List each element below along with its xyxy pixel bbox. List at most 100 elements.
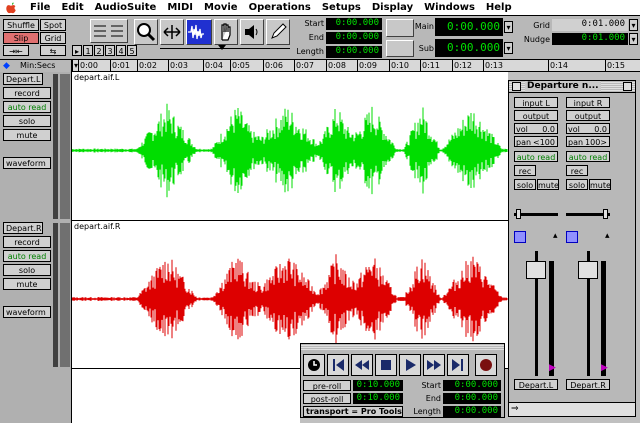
shuffle-mode-button[interactable]: Shuffle — [3, 19, 39, 31]
zoom-preset-3[interactable]: 3 — [105, 45, 115, 56]
automation-mode-right[interactable]: auto read — [566, 151, 610, 162]
pan-knob-right[interactable] — [603, 209, 608, 219]
volume-fader-right[interactable] — [578, 261, 598, 279]
main-counter[interactable]: 0:00.000 — [435, 18, 503, 36]
track-meter — [53, 74, 58, 219]
channel-name-right[interactable]: Depart.R — [566, 379, 610, 390]
record-button[interactable] — [475, 354, 497, 376]
pan-knob-left[interactable] — [516, 209, 521, 219]
mute-button-left[interactable]: mute — [537, 179, 559, 190]
zoom-box-icon[interactable] — [623, 82, 632, 91]
track-name-button[interactable]: Depart.R — [3, 222, 43, 234]
grid-value[interactable]: 0:01.000 — [552, 19, 628, 31]
close-box-icon[interactable] — [512, 82, 521, 91]
track-solo-button[interactable]: solo — [3, 264, 51, 276]
link-icon[interactable]: ⇆ — [40, 45, 66, 56]
input-monitor-right-icon[interactable] — [566, 231, 578, 243]
grabber-tool[interactable] — [214, 19, 238, 45]
menu-display[interactable]: Display — [372, 2, 413, 13]
menu-help[interactable]: Help — [486, 2, 512, 13]
channel-name-left[interactable]: Depart.L — [514, 379, 558, 390]
input-monitor-left-icon[interactable] — [514, 231, 526, 243]
transport-length-counter[interactable]: 0:00.000 — [443, 406, 501, 417]
track-record-button[interactable]: record — [3, 236, 51, 248]
record-button-right[interactable]: rec — [566, 165, 588, 176]
play-button[interactable] — [399, 354, 421, 376]
transport-master-selector[interactable]: transport = Pro Tools — [303, 406, 403, 417]
menu-file[interactable]: File — [30, 2, 50, 13]
zoom-preset-1[interactable]: 1 — [83, 45, 93, 56]
zoom-preset-5[interactable]: 5 — [127, 45, 137, 56]
solo-button-left[interactable]: solo — [514, 179, 536, 190]
length-counter[interactable]: 0:00.000 — [326, 46, 382, 58]
track-mute-button[interactable]: mute — [3, 278, 51, 290]
grid-dropdown-icon[interactable]: ▾ — [629, 19, 638, 31]
timeline-ruler[interactable]: ◆ Min:Secs ▾ 0:00 0:01 0:02 0:03 0:04 0:… — [0, 60, 640, 72]
slip-mode-button[interactable]: Slip — [3, 32, 39, 44]
track-record-button[interactable]: record — [3, 87, 51, 99]
menu-midi[interactable]: MIDI — [167, 2, 193, 13]
transport-title-bar[interactable] — [301, 344, 504, 350]
stop-button[interactable] — [375, 354, 397, 376]
menu-audiosuite[interactable]: AudioSuite — [95, 2, 157, 13]
track-mute-button[interactable]: mute — [3, 129, 51, 141]
selector-tool[interactable] — [186, 19, 212, 45]
fast-forward-button[interactable] — [423, 354, 445, 376]
zoom-toggle-icon[interactable]: ▸ — [72, 45, 82, 56]
input-selector-left[interactable]: input L — [514, 97, 558, 108]
track-playlist-left[interactable]: depart.aif.L — [72, 72, 508, 221]
nudge-dropdown-icon[interactable]: ▾ — [629, 33, 638, 45]
end-counter[interactable]: 0:00.000 — [326, 32, 382, 44]
mixer-title-bar[interactable]: Departure n... — [509, 81, 635, 93]
spot-mode-button[interactable]: Spot — [40, 19, 66, 31]
mixer-scrollbar[interactable]: ⇒ — [509, 402, 635, 416]
record-button-left[interactable]: rec — [514, 165, 536, 176]
transport-end-counter[interactable]: 0:00.000 — [443, 393, 501, 404]
zoomer-tool[interactable] — [134, 19, 158, 45]
mute-button-right[interactable]: mute — [589, 179, 611, 190]
menu-edit[interactable]: Edit — [61, 2, 83, 13]
preroll-button[interactable]: pre-roll — [303, 380, 351, 391]
preroll-value[interactable]: 0:10.000 — [353, 380, 403, 391]
automation-triangle-icon: ▶ — [601, 363, 608, 373]
grid-mode-button[interactable]: Grid — [40, 32, 66, 44]
scrubber-tool[interactable] — [240, 19, 264, 45]
zoom-buttons[interactable] — [90, 19, 128, 43]
sub-counter[interactable]: 0:00.000 — [435, 39, 503, 57]
track-view-selector[interactable]: waveform — [3, 306, 51, 318]
apple-menu-icon[interactable] — [4, 1, 18, 14]
track-automation-button[interactable]: auto read — [3, 250, 51, 262]
sync-arrows-icon[interactable]: ⇥⇤ — [3, 45, 29, 56]
track-view-selector[interactable]: waveform — [3, 157, 51, 169]
postroll-button[interactable]: post-roll — [303, 393, 351, 404]
main-counter-dropdown-icon[interactable]: ▾ — [504, 21, 513, 33]
volume-fader-left[interactable] — [526, 261, 546, 279]
online-button[interactable] — [303, 354, 325, 376]
menu-movie[interactable]: Movie — [204, 2, 238, 13]
go-to-end-button[interactable] — [447, 354, 469, 376]
output-selector-left[interactable]: output — [514, 110, 558, 121]
nudge-value[interactable]: 0:01.000 — [552, 33, 628, 45]
sub-counter-dropdown-icon[interactable]: ▾ — [504, 42, 513, 54]
pencil-tool[interactable] — [266, 19, 290, 45]
scroll-right-icon[interactable]: ⇒ — [511, 404, 519, 414]
start-counter[interactable]: 0:00.000 — [326, 18, 382, 30]
input-selector-right[interactable]: input R — [566, 97, 610, 108]
trimmer-tool[interactable] — [160, 19, 184, 45]
track-name-button[interactable]: Depart.L — [3, 73, 43, 85]
postroll-value[interactable]: 0:10.000 — [353, 393, 403, 404]
zoom-preset-2[interactable]: 2 — [94, 45, 104, 56]
track-automation-button[interactable]: auto read — [3, 101, 51, 113]
return-to-zero-button[interactable] — [327, 354, 349, 376]
transport-start-counter[interactable]: 0:00.000 — [443, 380, 501, 391]
solo-button-right[interactable]: solo — [566, 179, 588, 190]
zoom-preset-4[interactable]: 4 — [116, 45, 126, 56]
menu-windows[interactable]: Windows — [424, 2, 475, 13]
track-solo-button[interactable]: solo — [3, 115, 51, 127]
rewind-button[interactable] — [351, 354, 373, 376]
tool-divider-slider[interactable] — [160, 45, 290, 56]
automation-mode-left[interactable]: auto read — [514, 151, 558, 162]
menu-setups[interactable]: Setups — [322, 2, 361, 13]
output-selector-right[interactable]: output — [566, 110, 610, 121]
menu-operations[interactable]: Operations — [249, 2, 311, 13]
